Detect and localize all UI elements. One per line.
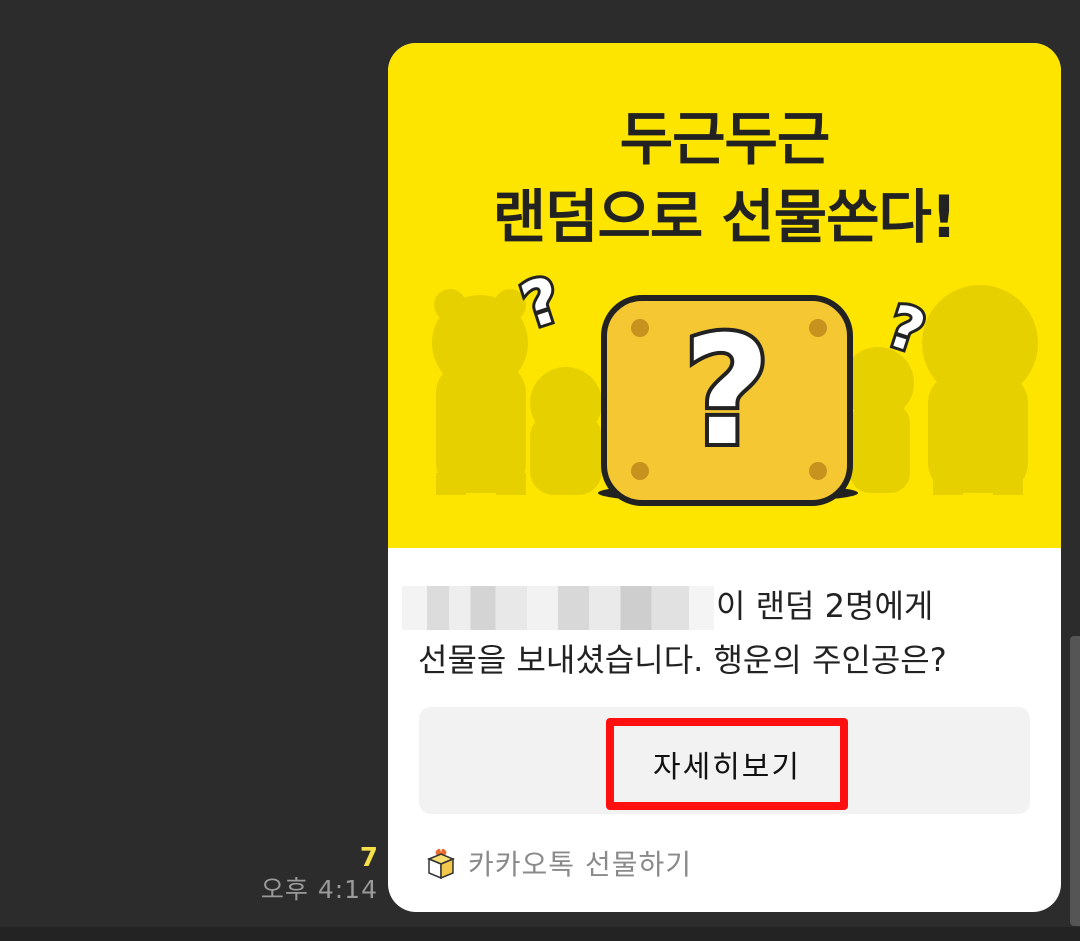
gift-box-icon — [426, 847, 456, 880]
chat-screen: 7 오후 4:14 ? ? ? 두근두근 랜덤으로 선물쏜다! 이 랜덤 2명에… — [0, 0, 1080, 941]
gift-message-card[interactable]: ? ? ? 두근두근 랜덤으로 선물쏜다! 이 랜덤 2명에게 선물을 보내셨습… — [388, 43, 1061, 912]
view-details-button[interactable]: 자세히보기 — [606, 718, 848, 810]
bottom-band — [0, 927, 1080, 941]
random-gift-banner[interactable]: ? ? ? 두근두근 랜덤으로 선물쏜다! — [388, 43, 1061, 548]
kakao-gift-footer[interactable]: 카카오톡 선물하기 — [426, 843, 692, 883]
unread-count: 7 — [359, 843, 378, 873]
message-line-1-text: 이 랜덤 2명에게 — [716, 587, 934, 625]
message-meta: 7 오후 4:14 — [261, 843, 378, 907]
scrollbar[interactable] — [1070, 636, 1080, 926]
message-timestamp: 오후 4:14 — [260, 875, 378, 904]
detail-button-area: 자세히보기 — [419, 707, 1030, 814]
banner-headline-line1: 두근두근 — [619, 105, 830, 173]
footer-label: 카카오톡 선물하기 — [468, 848, 692, 881]
message-line-1: 이 랜덤 2명에게 — [402, 586, 933, 630]
message-line-2: 선물을 보내셨습니다. 행운의 주인공은? — [418, 641, 947, 679]
blurred-sender-name — [402, 586, 714, 630]
banner-headline-line2: 랜덤으로 선물쏜다! — [492, 183, 958, 251]
svg-text:?: ? — [683, 305, 770, 479]
